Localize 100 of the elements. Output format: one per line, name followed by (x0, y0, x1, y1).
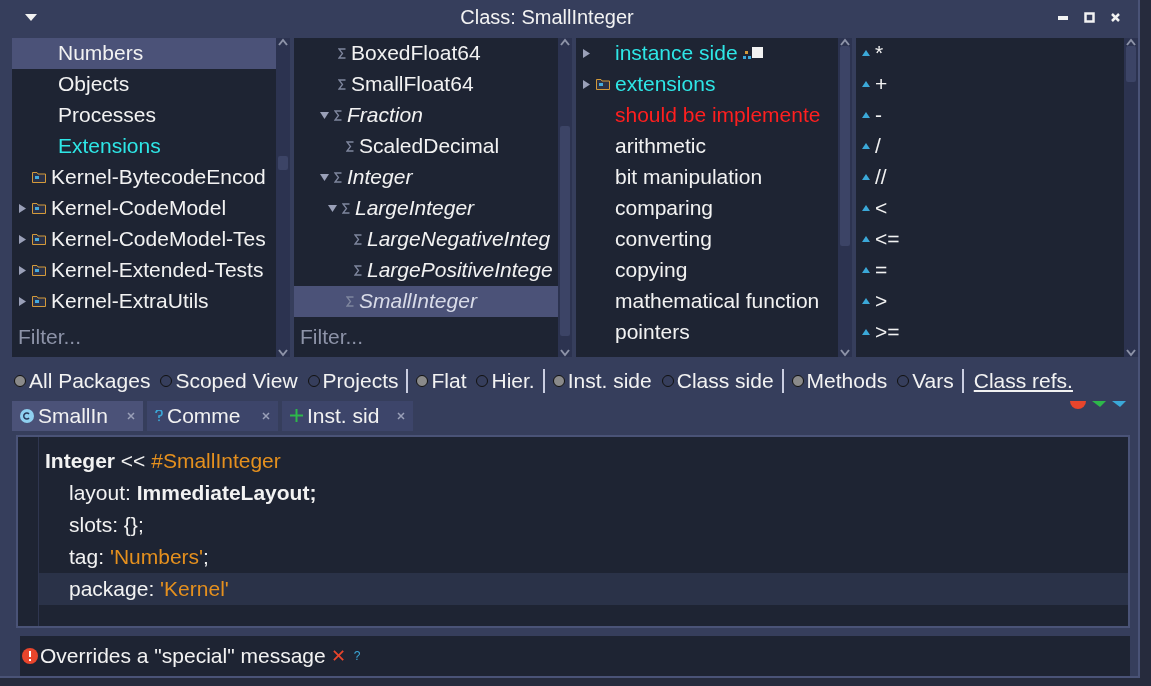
sigma-icon (342, 202, 350, 214)
scroll-thumb[interactable] (840, 45, 850, 246)
sigma-icon (334, 171, 342, 183)
scroll-down-icon[interactable] (1126, 348, 1136, 357)
package-item[interactable]: Kernel-Extended-Tests (12, 254, 276, 286)
protocol-item[interactable]: converting (576, 223, 838, 255)
tab-close-icon[interactable] (262, 411, 270, 420)
method-item[interactable]: / (856, 130, 1124, 162)
scrollbar[interactable] (276, 37, 290, 357)
scroll-up-icon[interactable] (1126, 37, 1136, 46)
tag-item[interactable]: Objects (12, 68, 276, 100)
view-radio-button[interactable]: Class side (659, 368, 776, 393)
view-radio-button[interactable]: All Packages (12, 368, 153, 393)
package-item[interactable]: Kernel-BytecodeEncod (12, 161, 276, 193)
override-arrow-icon (862, 174, 870, 181)
view-radio-button[interactable]: Flat (414, 368, 469, 393)
view-radio-button[interactable]: Projects (305, 368, 401, 393)
filter-field[interactable]: Filter... (294, 316, 558, 357)
expanded-triangle-icon[interactable] (320, 172, 329, 182)
class-item[interactable]: ScaledDecimal (294, 130, 558, 162)
class-item[interactable]: LargeNegativeInteg (294, 223, 558, 255)
code-line: tag: 'Numbers'; (68, 543, 210, 570)
tab-close-icon[interactable] (397, 411, 405, 420)
method-item[interactable]: // (856, 161, 1124, 193)
method-item[interactable]: < (856, 192, 1124, 224)
package-item[interactable]: Kernel-CodeModel (12, 192, 276, 224)
protocol-item[interactable]: instance side (576, 37, 838, 69)
class-side-toggle-icon[interactable] (742, 46, 763, 61)
scrollbar[interactable] (838, 37, 852, 357)
collapsed-triangle-icon[interactable] (18, 296, 27, 306)
collapsed-triangle-icon[interactable] (582, 48, 591, 58)
method-item[interactable]: + (856, 68, 1124, 100)
method-item[interactable]: <= (856, 223, 1124, 255)
tab-close-icon[interactable] (127, 411, 135, 420)
view-radio-button[interactable]: Inst. side (550, 368, 654, 393)
filter-field[interactable]: Filter... (12, 316, 276, 357)
editor-tab[interactable]: Comme (147, 400, 278, 431)
method-item[interactable]: >= (856, 316, 1124, 348)
view-radio-button[interactable]: Methods (789, 368, 890, 393)
plus-icon (290, 409, 303, 423)
method-item[interactable]: > (856, 285, 1124, 317)
item-label: Numbers (58, 41, 144, 66)
collapsed-triangle-icon[interactable] (18, 203, 27, 213)
tag-item[interactable]: Numbers (12, 37, 276, 69)
scroll-up-icon[interactable] (560, 37, 570, 46)
method-item[interactable]: * (856, 37, 1124, 69)
method-item[interactable]: - (856, 99, 1124, 131)
view-radio-button[interactable]: Scoped View (158, 368, 300, 393)
scroll-down-icon[interactable] (560, 348, 570, 357)
class-item[interactable]: Fraction (294, 99, 558, 131)
protocol-item[interactable]: comparing (576, 192, 838, 224)
expanded-triangle-icon[interactable] (320, 110, 329, 120)
scroll-down-icon[interactable] (278, 348, 288, 357)
class-item[interactable]: LargePositiveIntege (294, 254, 558, 286)
editor-tab[interactable]: SmallIn (12, 400, 143, 431)
protocol-item[interactable]: copying (576, 254, 838, 286)
scrollbar[interactable] (558, 37, 572, 357)
class-item[interactable]: Integer (294, 161, 558, 193)
class-item[interactable]: SmallFloat64 (294, 68, 558, 100)
sigma-icon (354, 264, 362, 276)
scroll-up-icon[interactable] (278, 37, 288, 46)
scrollbar[interactable] (1124, 37, 1138, 357)
tag-item[interactable]: Processes (12, 99, 276, 131)
item-label: converting (615, 227, 712, 252)
folder-icon (32, 171, 46, 184)
class-item[interactable]: LargeInteger (294, 192, 558, 224)
class-item[interactable]: SmallInteger (294, 285, 558, 317)
item-label: Kernel-BytecodeEncod (51, 165, 266, 190)
protocol-item[interactable]: mathematical function (576, 285, 838, 317)
package-item[interactable]: Kernel-CodeModel-Tes (12, 223, 276, 255)
expanded-triangle-icon[interactable] (328, 203, 337, 213)
protocol-item[interactable]: should be implemente (576, 99, 838, 131)
item-label: extensions (615, 72, 716, 97)
protocol-item[interactable]: pointers (576, 316, 838, 348)
view-radio-button[interactable]: Hier. (474, 368, 537, 393)
method-item[interactable]: = (856, 254, 1124, 286)
editor-tab[interactable]: Inst. sid (282, 400, 413, 431)
sigma-icon (338, 78, 346, 90)
tag-item[interactable]: Extensions (12, 130, 276, 162)
code-editor[interactable]: Integer << #SmallInteger layout: ImmediateLayout; slots: {}; tag: 'Numbers'; package: 'Kernel' (16, 434, 1130, 629)
scroll-up-icon[interactable] (840, 37, 850, 46)
override-arrow-icon (862, 329, 870, 336)
package-item[interactable]: Kernel-ExtraUtils (12, 285, 276, 317)
collapsed-triangle-icon[interactable] (18, 265, 27, 275)
protocol-item[interactable]: bit manipulation (576, 161, 838, 193)
scroll-down-icon[interactable] (840, 348, 850, 357)
override-arrow-icon (862, 205, 870, 212)
collapsed-triangle-icon[interactable] (582, 79, 591, 89)
class-refs-link[interactable]: Class refs. (973, 368, 1073, 393)
error-icon (22, 648, 38, 665)
help-button[interactable]: ? (350, 649, 364, 664)
view-radio-button[interactable]: Vars (895, 368, 956, 393)
class-icon (20, 408, 34, 423)
scroll-thumb[interactable] (1126, 45, 1136, 82)
ignore-button[interactable]: ✕ (327, 645, 349, 668)
item-label: pointers (615, 320, 690, 345)
class-item[interactable]: BoxedFloat64 (294, 37, 558, 69)
collapsed-triangle-icon[interactable] (18, 234, 27, 244)
protocol-item[interactable]: arithmetic (576, 130, 838, 162)
protocol-item[interactable]: extensions (576, 68, 838, 100)
